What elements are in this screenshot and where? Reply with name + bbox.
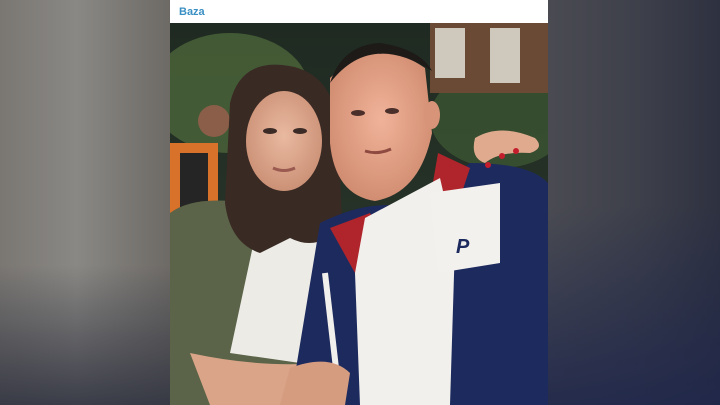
woman-eye-left [263,128,277,134]
man-jacket-panel [430,183,500,273]
nail-polish [499,153,505,159]
nail-polish [485,162,491,168]
bg-person-head [198,105,230,137]
man-eye-right [385,108,399,114]
bg-person-shirt [180,153,208,208]
building-column [490,28,520,83]
jacket-logo: P [456,236,470,258]
blurred-background-left [0,0,170,405]
post-header: Baza [170,0,548,23]
photo-illustration: P [170,23,548,405]
woman-eye-right [293,128,307,134]
post-card[interactable]: Baza P [170,0,548,405]
building-column [435,28,465,78]
man-eye-left [351,110,365,116]
man-ear [424,101,440,129]
blurred-background-right [548,0,720,405]
channel-name[interactable]: Baza [179,6,205,18]
nail-polish [513,148,519,154]
man-hand [280,361,350,405]
woman-face [246,91,322,191]
post-photo[interactable]: P [170,23,548,405]
